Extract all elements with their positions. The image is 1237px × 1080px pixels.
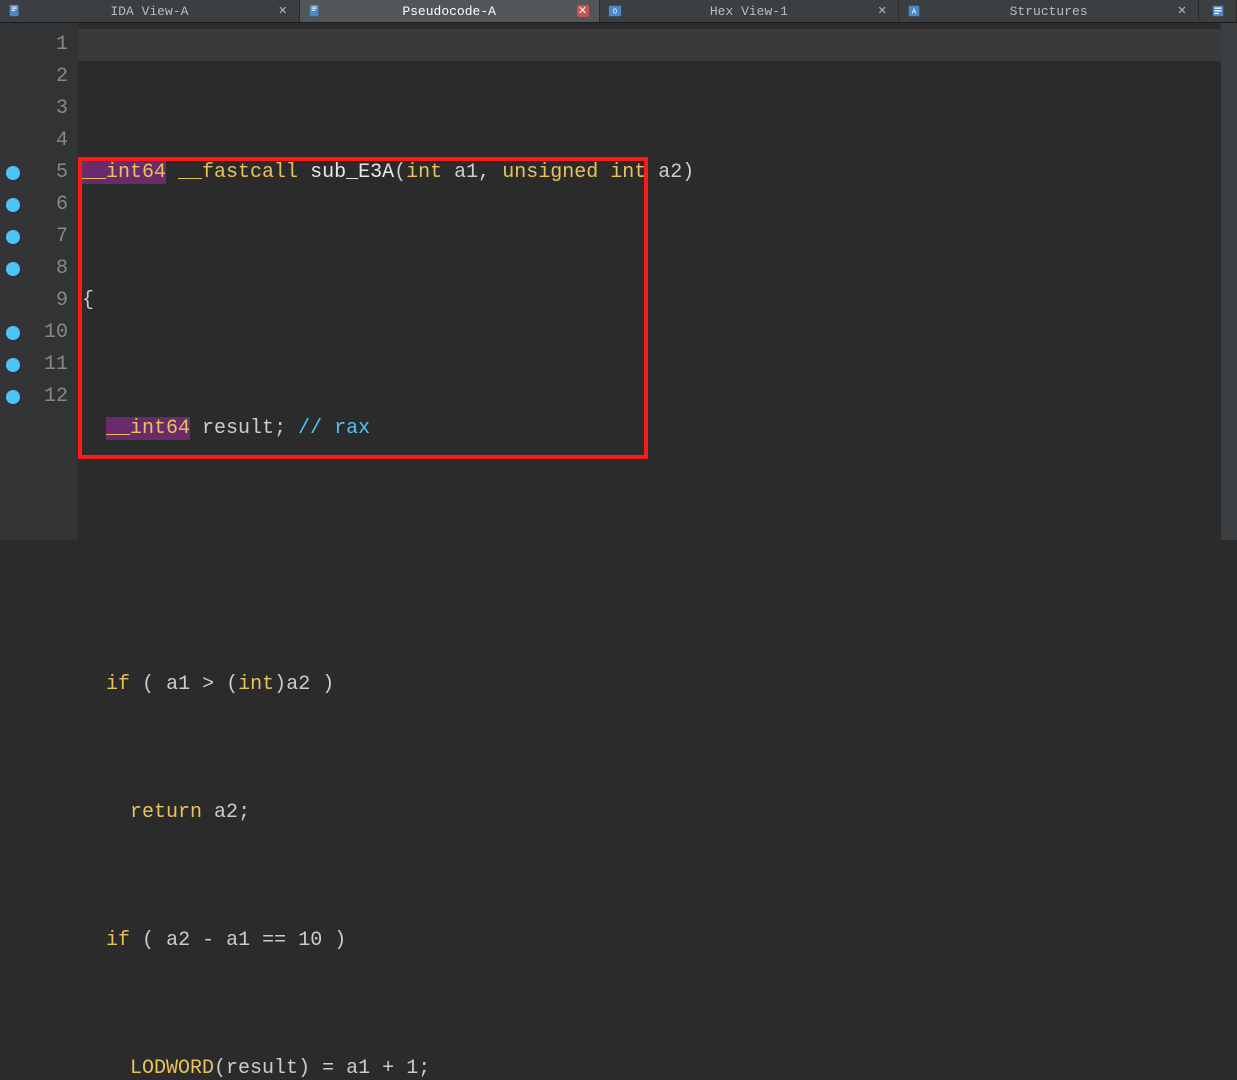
code-area[interactable]: __int64 __fastcall sub_E3A(int a1, unsig… — [78, 23, 1221, 540]
breakpoint-icon[interactable] — [6, 262, 20, 276]
code-line: LODWORD(result) = a1 + 1; — [82, 1053, 1221, 1080]
tab-label: Hex View-1 — [710, 4, 788, 19]
breakpoint-icon[interactable] — [6, 230, 20, 244]
gutter-line: 9 — [0, 285, 68, 317]
breakpoint-icon[interactable] — [6, 326, 20, 340]
code-line: __int64 __fastcall sub_E3A(int a1, unsig… — [82, 157, 1221, 189]
gutter-line: 3 — [0, 93, 68, 125]
tab-overflow[interactable] — [1199, 0, 1237, 22]
breakpoint-icon[interactable] — [6, 166, 20, 180]
tab-structures[interactable]: A Structures ✕ — [899, 0, 1199, 22]
code-line: return a2; — [82, 797, 1221, 829]
code-line: __int64 result; // rax — [82, 413, 1221, 445]
tab-label: IDA View-A — [110, 4, 188, 19]
close-icon[interactable]: ✕ — [876, 5, 888, 17]
tab-label: Structures — [1010, 4, 1088, 19]
gutter-line[interactable]: 12 — [0, 381, 68, 413]
gutter-line: 1 — [0, 29, 68, 61]
tab-ida-view-a[interactable]: IDA View-A ✕ — [0, 0, 300, 22]
code-line — [82, 541, 1221, 573]
tab-hex-view-1[interactable]: O Hex View-1 ✕ — [600, 0, 900, 22]
gutter-line[interactable]: 6 — [0, 189, 68, 221]
code-editor: 1 2 3 4 5 6 7 8 9 10 11 12 __int64 __fas… — [0, 23, 1237, 540]
gutter-line[interactable]: 7 — [0, 221, 68, 253]
struct-icon: A — [907, 4, 921, 18]
close-icon[interactable]: ✕ — [577, 5, 589, 17]
gutter: 1 2 3 4 5 6 7 8 9 10 11 12 — [0, 23, 78, 540]
gutter-line[interactable]: 10 — [0, 317, 68, 349]
gutter-line[interactable]: 5 — [0, 157, 68, 189]
tab-pseudocode-a[interactable]: Pseudocode-A ✕ — [300, 0, 600, 22]
code-line: if ( a2 - a1 == 10 ) — [82, 925, 1221, 957]
tab-label: Pseudocode-A — [402, 4, 496, 19]
gutter-line[interactable]: 8 — [0, 253, 68, 285]
doc-icon — [8, 4, 22, 18]
code-line: if ( a1 > (int)a2 ) — [82, 669, 1221, 701]
enum-icon — [1211, 4, 1225, 18]
svg-text:O: O — [612, 9, 616, 17]
breakpoint-icon[interactable] — [6, 198, 20, 212]
code-line: { — [82, 285, 1221, 317]
close-icon[interactable]: ✕ — [1176, 5, 1188, 17]
gutter-line: 2 — [0, 61, 68, 93]
close-icon[interactable]: ✕ — [277, 5, 289, 17]
gutter-line: 4 — [0, 125, 68, 157]
doc-icon — [308, 4, 322, 18]
breakpoint-icon[interactable] — [6, 358, 20, 372]
breakpoint-icon[interactable] — [6, 390, 20, 404]
gutter-line[interactable]: 11 — [0, 349, 68, 381]
tab-bar: IDA View-A ✕ Pseudocode-A ✕ O Hex View-1… — [0, 0, 1237, 23]
hex-icon: O — [608, 4, 622, 18]
vertical-scrollbar[interactable] — [1221, 23, 1237, 540]
current-line-highlight — [78, 29, 1221, 61]
